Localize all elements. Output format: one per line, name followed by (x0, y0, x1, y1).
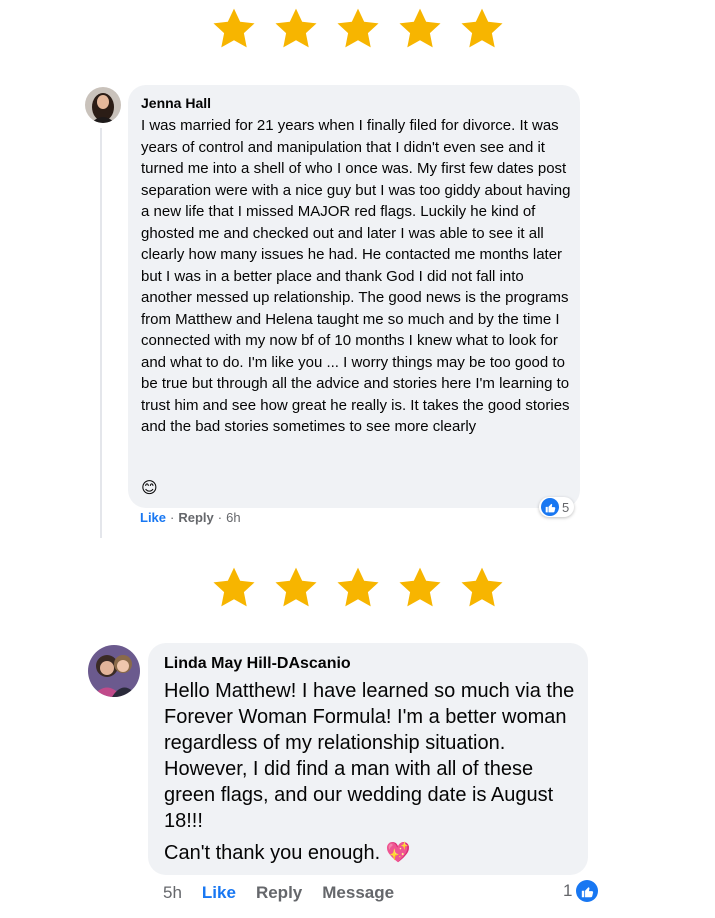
comment-bubble: Linda May Hill-DAscanio Hello Matthew! I… (148, 643, 588, 875)
star-icon (333, 563, 383, 613)
thread-line (100, 128, 102, 538)
like-button[interactable]: Like (202, 883, 236, 903)
like-reaction-icon (576, 880, 599, 902)
like-button[interactable]: Like (140, 510, 166, 525)
star-rating-top (0, 4, 715, 54)
comment-text: I was married for 21 years when I finall… (141, 117, 571, 435)
star-icon (333, 4, 383, 54)
smile-emoji: 😊 (141, 480, 158, 497)
star-icon (395, 4, 445, 54)
avatar[interactable] (88, 645, 140, 697)
reaction-count-badge[interactable]: 5 (539, 497, 575, 517)
comment-author[interactable]: Jenna Hall (141, 95, 211, 111)
reaction-count: 1 (563, 881, 573, 900)
like-reaction-icon (541, 498, 559, 516)
comment-timestamp[interactable]: 5h (163, 883, 182, 903)
star-icon (457, 4, 507, 54)
comment-text: Hello Matthew! I have learned so much vi… (164, 680, 575, 832)
separator-dot: · (217, 510, 223, 525)
avatar[interactable] (85, 87, 121, 123)
closing-text: Can't thank you enough. (164, 842, 381, 864)
separator-dot: · (170, 510, 175, 525)
comment-bubble: Jenna Hall I was married for 21 years wh… (128, 85, 580, 508)
star-rating-bottom (0, 563, 715, 613)
message-button[interactable]: Message (322, 883, 394, 903)
comment-text-closing: Can't thank you enough. 💖 (164, 840, 411, 866)
reply-button[interactable]: Reply (256, 883, 302, 903)
star-icon (209, 563, 259, 613)
sparkling-heart-emoji: 💖 (385, 842, 411, 864)
comment-timestamp[interactable]: 6h (226, 510, 240, 525)
reaction-count: 5 (562, 499, 570, 515)
comment-author[interactable]: Linda May Hill-DAscanio (164, 655, 351, 673)
star-icon (271, 563, 321, 613)
comment-actions: 5h Like Reply Message (163, 883, 394, 903)
reply-button[interactable]: Reply (178, 510, 213, 525)
star-icon (395, 563, 445, 613)
reaction-count-badge[interactable]: 1 (563, 880, 599, 902)
star-icon (457, 563, 507, 613)
star-icon (209, 4, 259, 54)
comment-actions: Like · Reply · 6h (140, 510, 241, 525)
star-icon (271, 4, 321, 54)
